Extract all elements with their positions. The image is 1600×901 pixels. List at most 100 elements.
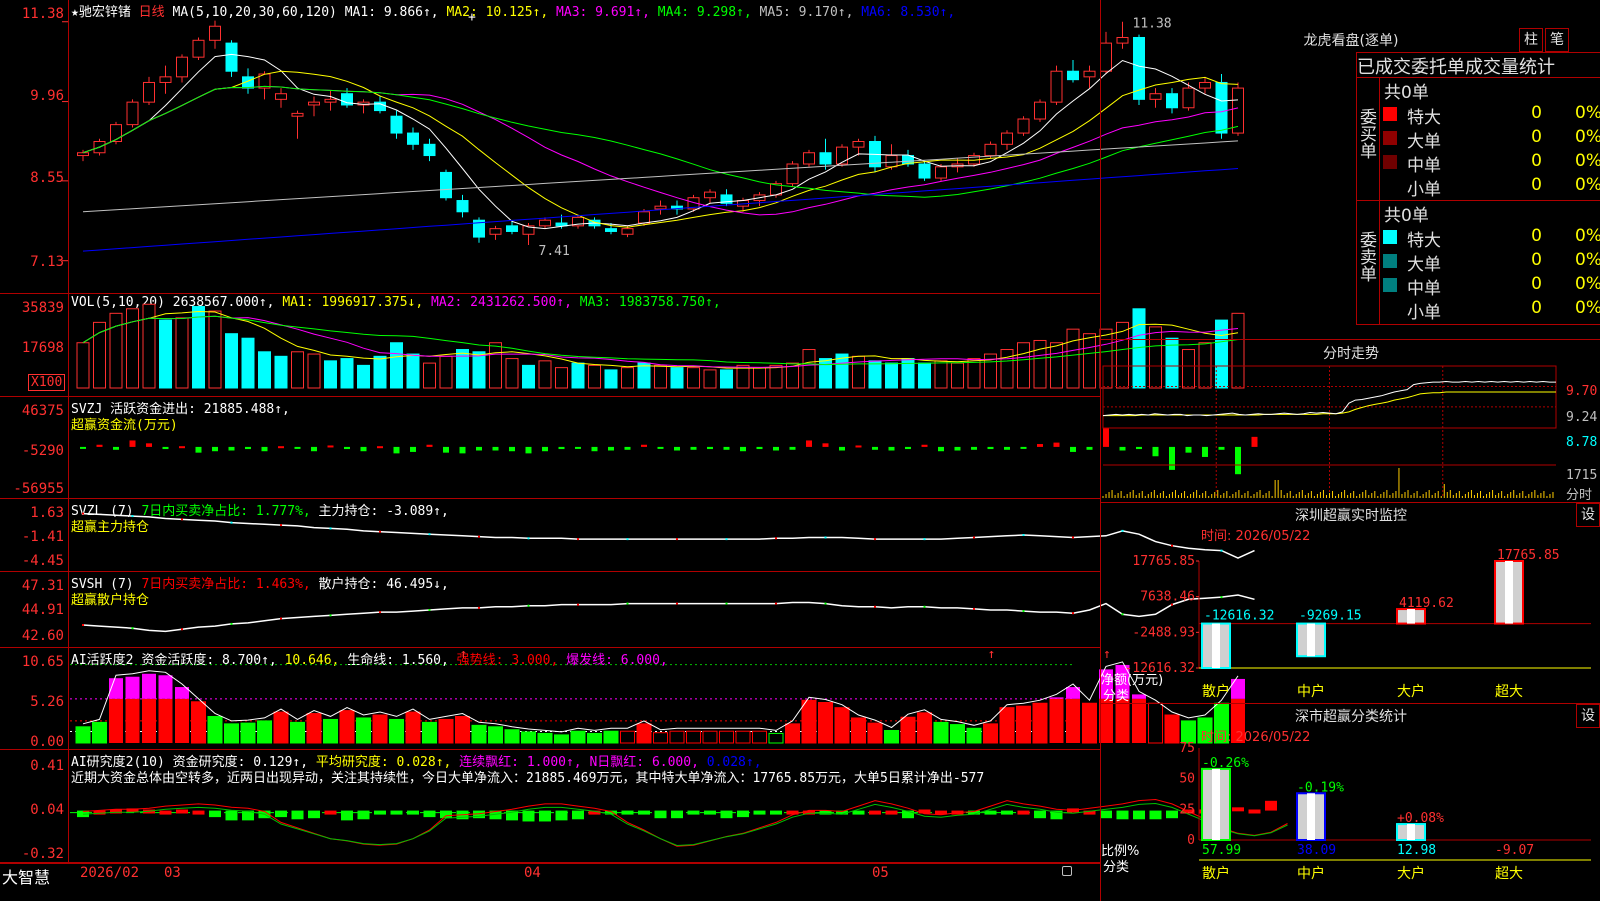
- research-bar: [1017, 810, 1030, 815]
- volume-panel[interactable]: 35839 17698 VOL(5,10,20) 2638567.000↑, MA…: [0, 294, 1245, 397]
- intraday-ytick: 8.78: [1566, 435, 1598, 450]
- svsh-panel[interactable]: 47.31 44.91 42.60 SVSH (7) 7日内买卖净占比: 1.463…: [0, 572, 1255, 648]
- svzl-panel[interactable]: 1.63 -1.41 -4.45 SVZL (7) 7日内买卖净占比: 1.777%…: [0, 499, 1255, 572]
- kline-panel[interactable]: 11.38 9.96 8.55 7.13 ★驰宏锌锗 日线 MA(5,10,20,30…: [0, 0, 1244, 294]
- flow-bar: [806, 440, 812, 447]
- volume-bar: [357, 364, 370, 389]
- activity-bar: [686, 730, 701, 744]
- activity-bar: [504, 729, 520, 744]
- volume-bar: [604, 369, 618, 389]
- candle: [423, 143, 436, 157]
- intraday-panel[interactable]: 分时走势 9.70 9.24 8.78 1715 分时: [1100, 339, 1600, 503]
- activity-bar: [950, 724, 965, 744]
- activity-bar-top: [1049, 697, 1064, 699]
- activity-chart[interactable]: ↑ ↑ ↑: [0, 647, 1245, 749]
- activity-bar: [917, 712, 932, 744]
- legend-swatch: [1383, 107, 1397, 121]
- holding-dot: [725, 538, 728, 541]
- research-bar: [852, 810, 865, 815]
- volume-bar: [703, 369, 717, 389]
- bar-value-label: -9269.15: [1299, 609, 1362, 624]
- flow-bar: [921, 444, 928, 447]
- order-type-label: 小单: [1407, 180, 1441, 200]
- research-chart[interactable]: [0, 750, 1288, 862]
- svzj-panel[interactable]: 46375 -5290 -56955 SVZJ 活跃资金进出: 21885.488↑…: [0, 397, 1258, 499]
- activity-bar: [620, 730, 635, 744]
- candle: [1050, 70, 1063, 103]
- order-count: 0: [1531, 226, 1542, 246]
- net-bar-highlight: [1505, 561, 1513, 624]
- flow-bar: [938, 446, 944, 452]
- candle: [704, 191, 716, 199]
- ma-line: [82, 168, 1239, 252]
- flow-bar: [459, 446, 466, 454]
- volume-bar: [423, 362, 436, 389]
- order-stat-row: 中单 0 0%: [1357, 150, 1600, 176]
- activity-bar: [884, 729, 899, 744]
- research-panel[interactable]: 0.41 0.04 -0.32 AI研究度2(10) 资金研究度: 0.129↑, …: [0, 750, 1288, 863]
- sz-monitor-panel[interactable]: 深圳超赢实时监控 设 时间: 2026/05/22 17765.85 7638.4…: [1100, 502, 1600, 704]
- research-bar: [753, 810, 766, 815]
- activity-bar: [142, 698, 156, 743]
- volume-bar: [852, 355, 865, 389]
- kline-chart[interactable]: 11.387.41: [0, 0, 1244, 293]
- volume-bar: [588, 364, 601, 389]
- activity-bar: [455, 715, 470, 744]
- tick-mode-button[interactable]: 笔: [1545, 28, 1569, 52]
- research-bar: [423, 810, 436, 818]
- volume-bar: [654, 364, 667, 389]
- sz-class-chart[interactable]: 75 50 25 0 -0.26% 57.99 散户 -0.19% 38.09 中户 +0.08% 1…: [1101, 704, 1600, 901]
- flow-bar: [426, 444, 433, 447]
- holding-dot: [626, 602, 629, 605]
- lock-icon[interactable]: [1062, 866, 1072, 876]
- holding-dot: [824, 536, 827, 539]
- volume-bar: [736, 364, 750, 389]
- net-bar-highlight: [1212, 623, 1220, 668]
- activity-bar: [224, 723, 239, 744]
- activity-bar: [702, 730, 718, 744]
- sz-class-panel[interactable]: 深市超赢分类统计 设 时间: 2026/05/22 75 50 25 0 -0.26% 5…: [1100, 703, 1600, 901]
- flow-bar: [872, 446, 878, 450]
- volume-bar: [538, 360, 552, 389]
- bar-mode-button[interactable]: 柱: [1519, 28, 1543, 52]
- y-tick-label: 7638.46: [1140, 590, 1195, 605]
- candle: [390, 115, 403, 134]
- bar-value-label: -12616.32: [1204, 609, 1274, 624]
- date-bar: 大智慧 2026/02 03 04 05: [0, 863, 1100, 887]
- share-value-label: -9.07: [1495, 843, 1534, 858]
- holding-dot: [329, 614, 332, 617]
- sz-monitor-chart[interactable]: 17765.857638.46-2488.93-12616.32-12616.3…: [1101, 503, 1600, 703]
- flow-bar: [377, 446, 383, 449]
- svzj-chart[interactable]: [0, 397, 1258, 498]
- order-pct: 0%: [1575, 151, 1600, 171]
- activity-bar: [109, 698, 123, 743]
- candle: [440, 171, 452, 199]
- candle: [489, 228, 502, 235]
- activity-bar: [785, 723, 800, 744]
- candle: [1067, 70, 1079, 81]
- candle: [819, 152, 832, 165]
- order-pct: 0%: [1575, 103, 1600, 123]
- research-bar: [159, 810, 172, 815]
- svsh-chart[interactable]: [0, 572, 1255, 647]
- activity-panel[interactable]: 10.65 5.26 0.00 AI活跃度2 资金活跃度: 8.700↑, 10.6…: [0, 647, 1245, 750]
- research-bar: [918, 809, 931, 814]
- volume-bar: [571, 362, 585, 389]
- candle: [539, 219, 551, 227]
- y-tick-label: 50: [1179, 772, 1195, 787]
- flow-bar: [492, 446, 499, 451]
- volume-bar: [1083, 333, 1096, 389]
- share-bar-highlight: [1407, 824, 1415, 840]
- intraday-chart[interactable]: [1101, 340, 1600, 502]
- volume-chart[interactable]: [0, 294, 1245, 396]
- volume-bar: [670, 367, 684, 389]
- volume-bar: [373, 355, 387, 389]
- activity-bar: [175, 698, 189, 743]
- flow-bar: [179, 446, 185, 449]
- flow-bar: [311, 446, 317, 452]
- order-count: 0: [1531, 250, 1542, 270]
- svzl-chart[interactable]: [0, 499, 1255, 571]
- flow-bar: [690, 446, 697, 450]
- order-stat-row: 中单 0 0%: [1357, 273, 1600, 299]
- activity-bar: [669, 730, 685, 744]
